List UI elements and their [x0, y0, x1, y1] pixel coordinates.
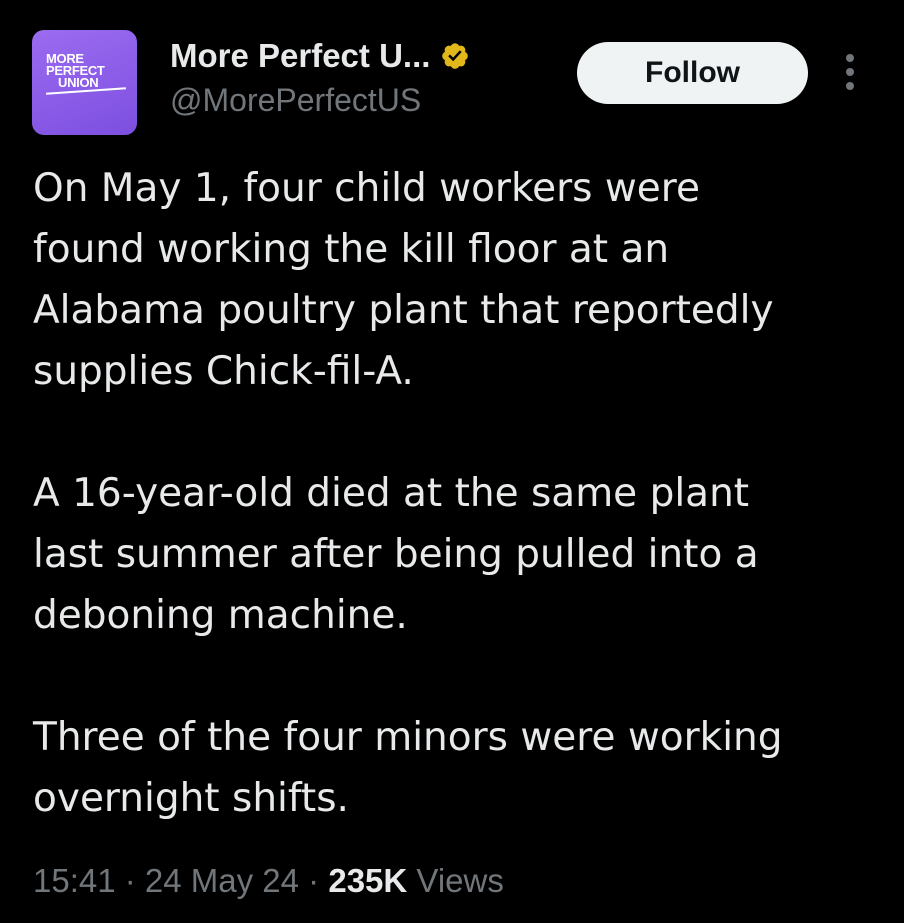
views-count[interactable]: 235K [328, 862, 407, 899]
avatar[interactable]: MORE PERFECT UNION [32, 30, 137, 135]
views-label: Views [407, 862, 504, 899]
tweet-date[interactable]: 24 May 24 [145, 862, 299, 899]
tweet-paragraph-3: Three of the four minors were working ov… [33, 715, 783, 821]
author-handle[interactable]: @MorePerfectUS [170, 82, 421, 119]
display-name[interactable]: More Perfect U... [170, 37, 430, 75]
more-options-icon[interactable] [838, 52, 862, 92]
tweet-meta: 15:41 · 24 May 24 · 235K Views [33, 862, 504, 900]
logo-line-3: UNION [46, 76, 126, 95]
tweet-paragraph-1: On May 1, four child workers were found … [33, 166, 774, 394]
verified-badge-icon[interactable] [440, 41, 470, 71]
tweet-time[interactable]: 15:41 [33, 862, 116, 899]
tweet-paragraph-2: A 16-year-old died at the same plant las… [33, 471, 759, 638]
author-name-row: More Perfect U... [170, 36, 470, 76]
follow-button[interactable]: Follow [577, 42, 808, 104]
meta-separator: · [299, 862, 329, 899]
more-perfect-union-logo: MORE PERFECT UNION [46, 52, 126, 95]
tweet-text: On May 1, four child workers were found … [33, 158, 883, 829]
meta-separator: · [115, 862, 145, 899]
